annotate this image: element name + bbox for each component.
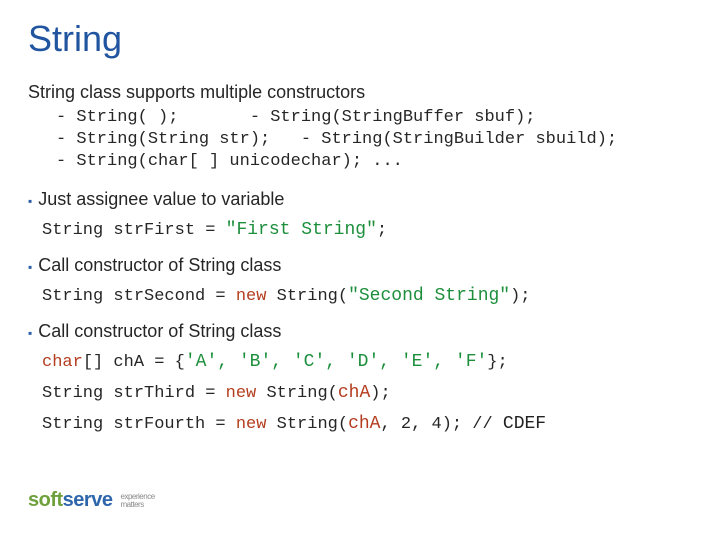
constructor-line-3: - String(char[ ] unicodechar); ... <box>56 151 692 173</box>
bullet-icon: ▪ <box>28 256 32 278</box>
bullet-3: ▪ Call constructor of String class <box>28 321 692 344</box>
bullet-2-text: Call constructor of String class <box>38 255 281 276</box>
logo-serve: serve <box>63 489 113 511</box>
bullet-icon: ▪ <box>28 322 32 344</box>
bullet-2: ▪ Call constructor of String class <box>28 255 692 278</box>
code-block-3: char[] chA = {'A', 'B', 'C', 'D', 'E', '… <box>42 350 692 375</box>
code-block-4: String strThird = new String(chA); <box>42 381 692 406</box>
bullet-1: ▪ Just assignee value to variable <box>28 189 692 212</box>
bullet-1-text: Just assignee value to variable <box>38 189 284 210</box>
intro-text: String class supports multiple construct… <box>28 82 692 103</box>
bullet-icon: ▪ <box>28 190 32 212</box>
constructor-line-2: - String(String str); - String(StringBui… <box>56 129 692 151</box>
constructor-line-1: - String( ); - String(StringBuffer sbuf)… <box>56 107 692 129</box>
bullet-3-text: Call constructor of String class <box>38 321 281 342</box>
code-block-1: String strFirst = "First String"; <box>42 218 692 243</box>
code-block-5: String strFourth = new String(chA, 2, 4)… <box>42 412 692 437</box>
logo-tagline: experiencematters <box>121 493 155 509</box>
slide-title: String <box>28 18 692 60</box>
softserve-logo: softserve experiencematters <box>28 489 155 512</box>
logo-soft: soft <box>28 489 63 511</box>
code-block-2: String strSecond = new String("Second St… <box>42 284 692 309</box>
